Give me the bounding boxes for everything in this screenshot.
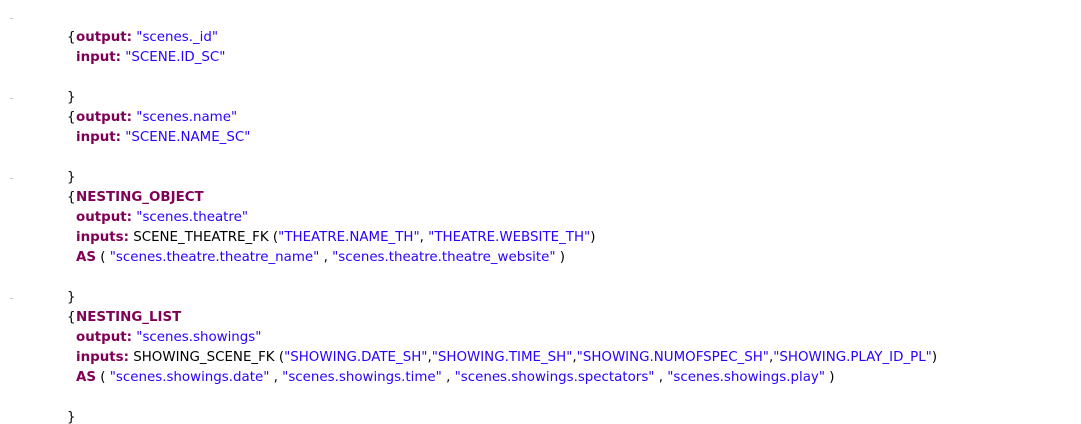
fold-marker[interactable] xyxy=(10,298,13,299)
code-line: inputs: SHOWING_SCENE_FK ("SHOWING.DATE_… xyxy=(76,350,938,365)
input-keyword: input: xyxy=(76,50,121,65)
inputs-value: "THEATRE.WEBSITE_TH" xyxy=(428,230,591,245)
code-line: { xyxy=(50,168,76,205)
foreign-key: SHOWING_SCENE_FK ( xyxy=(133,350,285,365)
fold-marker[interactable] xyxy=(10,98,13,99)
as-value: "scenes.showings.time" xyxy=(282,370,442,385)
inputs-keyword: inputs: xyxy=(76,350,129,365)
inputs-value: "SHOWING.TIME_SH" xyxy=(431,350,573,365)
output-value: "scenes._id" xyxy=(136,30,219,45)
code-line: inputs: SCENE_THEATRE_FK ("THEATRE.NAME_… xyxy=(76,230,596,245)
code-line: } xyxy=(50,268,76,305)
code-line: { xyxy=(50,88,76,125)
as-value: "scenes.showings.spectators" xyxy=(454,370,655,385)
inputs-value: "THEATRE.NAME_TH" xyxy=(278,230,420,245)
code-line: { xyxy=(50,8,76,45)
code-line: } xyxy=(50,148,76,185)
output-keyword: output: xyxy=(76,30,133,45)
foreign-key: SCENE_THEATRE_FK ( xyxy=(133,230,279,245)
code-line: { xyxy=(50,288,76,325)
open-brace: { xyxy=(67,190,76,205)
open-brace: { xyxy=(67,110,76,125)
open-brace: { xyxy=(67,30,76,45)
inputs-value: "SHOWING.DATE_SH" xyxy=(284,350,428,365)
output-value: "scenes.theatre" xyxy=(136,210,249,225)
nesting-type-keyword: NESTING_LIST xyxy=(76,310,182,325)
code-line: } xyxy=(50,68,76,105)
input-keyword: input: xyxy=(76,130,121,145)
code-editor[interactable]: { output: "scenes._id" input: "SCENE.ID_… xyxy=(0,0,1081,424)
code-line: output: "scenes._id" xyxy=(76,28,218,48)
output-keyword: output: xyxy=(76,210,133,225)
output-keyword: output: xyxy=(76,110,133,125)
input-value: "SCENE.ID_SC" xyxy=(125,50,226,65)
code-line: NESTING_LIST xyxy=(76,308,181,328)
fold-marker[interactable] xyxy=(10,18,13,19)
output-value: "scenes.name" xyxy=(136,110,238,125)
close-brace: } xyxy=(67,410,76,424)
code-line: AS ( "scenes.showings.date" , "scenes.sh… xyxy=(76,370,835,385)
code-line: AS ( "scenes.theatre.theatre_name" , "sc… xyxy=(76,250,566,265)
code-line: } xyxy=(50,388,76,424)
as-keyword: AS xyxy=(76,370,97,385)
as-value: "scenes.theatre.theatre_name" xyxy=(109,250,320,265)
nesting-type-keyword: NESTING_OBJECT xyxy=(76,190,204,205)
inputs-value: "SHOWING.NUMOFSPEC_SH" xyxy=(576,350,769,365)
code-line: input: "SCENE.ID_SC" xyxy=(76,48,225,68)
open-brace: { xyxy=(67,310,76,325)
output-value: "scenes.showings" xyxy=(136,330,262,345)
as-value: "scenes.showings.play" xyxy=(667,370,825,385)
as-value: "scenes.showings.date" xyxy=(109,370,270,385)
code-line: output: "scenes.name" xyxy=(76,108,237,128)
input-value: "SCENE.NAME_SC" xyxy=(125,130,251,145)
code-line: NESTING_OBJECT xyxy=(76,188,204,208)
as-value: "scenes.theatre.theatre_website" xyxy=(332,250,556,265)
output-keyword: output: xyxy=(76,330,133,345)
inputs-value: "SHOWING.PLAY_ID_PL" xyxy=(773,350,932,365)
code-line: input: "SCENE.NAME_SC" xyxy=(76,128,250,148)
as-keyword: AS xyxy=(76,250,97,265)
inputs-keyword: inputs: xyxy=(76,230,129,245)
fold-marker[interactable] xyxy=(10,178,13,179)
code-line: output: "scenes.showings" xyxy=(76,328,261,348)
code-line: output: "scenes.theatre" xyxy=(76,208,248,228)
